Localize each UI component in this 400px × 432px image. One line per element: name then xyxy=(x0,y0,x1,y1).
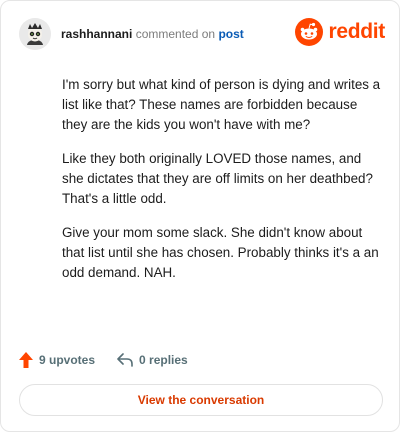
comment-card: rashhannani commented on post reddit I'm… xyxy=(0,0,400,432)
comment-body: I'm sorry but what kind of person is dyi… xyxy=(62,75,382,297)
post-link[interactable]: post xyxy=(218,27,243,41)
avatar[interactable] xyxy=(19,18,51,50)
comment-actions: 9 upvotes 0 replies xyxy=(19,350,210,370)
comment-paragraph: Like they both originally LOVED those na… xyxy=(62,151,373,206)
reply-button[interactable]: 0 replies xyxy=(117,353,188,367)
commented-on-text: commented on xyxy=(135,27,216,41)
view-conversation-button[interactable]: View the conversation xyxy=(19,384,383,416)
reddit-wordmark: reddit xyxy=(328,20,385,43)
upvote-arrow-icon xyxy=(19,352,33,368)
upvote-button[interactable]: 9 upvotes xyxy=(19,352,95,368)
upvote-count: 9 upvotes xyxy=(39,353,96,367)
reply-count: 0 replies xyxy=(139,353,188,367)
byline: rashhannani commented on post xyxy=(61,26,244,42)
reddit-logo[interactable]: reddit xyxy=(295,17,385,47)
comment-paragraph: Give your mom some slack. She didn't kno… xyxy=(62,225,379,280)
comment-paragraph: I'm sorry but what kind of person is dyi… xyxy=(62,77,381,132)
reddit-snoo-icon xyxy=(295,18,324,46)
avatar-image-icon xyxy=(19,18,51,50)
username-link[interactable]: rashhannani xyxy=(61,27,132,41)
reply-arrow-icon xyxy=(117,353,133,367)
comment-header: rashhannani commented on post reddit xyxy=(19,17,385,51)
